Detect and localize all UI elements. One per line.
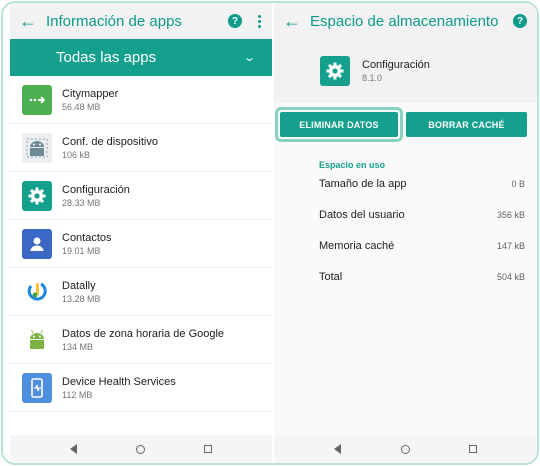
stat-row-user-data: Datos del usuario 356 kB <box>319 209 525 221</box>
app-size: 106 kB <box>62 149 91 160</box>
help-icon[interactable]: ? <box>513 14 527 28</box>
app-name: Device Health Services <box>62 375 176 388</box>
nav-back-icon[interactable] <box>66 441 82 457</box>
page-title: Espacio de almacenamiento <box>310 12 499 30</box>
app-name: Conf. de dispositivo <box>62 135 158 148</box>
list-item[interactable] <box>10 412 272 426</box>
nav-back-icon[interactable] <box>330 441 346 457</box>
overflow-menu-icon[interactable] <box>252 14 266 28</box>
gear-icon <box>22 180 52 211</box>
section-title: Espacio en uso <box>319 160 386 170</box>
app-size: 112 MB <box>62 389 93 400</box>
app-size: 28.33 MB <box>62 197 101 208</box>
stat-row-app-size: Tamaño de la app 0 B <box>319 178 525 190</box>
contact-icon <box>22 228 52 259</box>
app-list-item-settings[interactable]: Configuración 28.33 MB <box>10 172 272 220</box>
storage-appbar: ← Espacio de almacenamiento ? <box>274 3 537 39</box>
app-name: Citymapper <box>62 87 119 100</box>
datally-icon <box>22 276 52 307</box>
android-icon <box>22 324 52 355</box>
stat-label: Total <box>319 271 343 283</box>
app-list: Citymapper 56.48 MB Conf. de dispositivo… <box>10 76 272 435</box>
gear-icon <box>320 56 350 86</box>
app-list-item-citymapper[interactable]: Citymapper 56.48 MB <box>10 76 272 124</box>
nav-home-icon[interactable] <box>133 441 149 457</box>
stat-value: 147 kB <box>496 241 525 251</box>
citymapper-icon <box>22 84 52 115</box>
back-arrow-icon[interactable]: ← <box>10 11 46 32</box>
stat-label: Datos del usuario <box>319 209 405 221</box>
nav-recents-icon[interactable] <box>465 441 481 457</box>
app-size: 19.01 MB <box>62 245 101 256</box>
system-nav-bar <box>274 435 537 463</box>
filter-label: Todas las apps <box>56 49 157 66</box>
app-list-item-device-health[interactable]: Device Health Services 112 MB <box>10 364 272 412</box>
screenshot-frame: ← Información de apps ? Todas las apps ⌄… <box>1 1 539 465</box>
stat-row-cache: Memoria caché 147 kB <box>319 240 525 252</box>
app-list-item-datally[interactable]: Datally 13.28 MB <box>10 268 272 316</box>
app-name: Datos de zona horaria de Google <box>62 327 225 340</box>
stat-label: Memoria caché <box>319 240 395 252</box>
page-title: Información de apps <box>46 12 182 30</box>
app-list-item-device-config[interactable]: Conf. de dispositivo 106 kB <box>10 124 272 172</box>
app-version: 8.1.0 <box>362 73 383 83</box>
app-list-item-timezone-data[interactable]: Datos de zona horaria de Google 134 MB <box>10 316 272 364</box>
nav-home-icon[interactable] <box>397 441 413 457</box>
clear-data-button[interactable]: ELIMINAR DATOS <box>280 112 398 137</box>
app-info-panel: ← Información de apps ? Todas las apps ⌄… <box>10 3 272 463</box>
action-buttons: ELIMINAR DATOS BORRAR CACHÉ <box>274 107 537 142</box>
app-name: Configuración <box>62 183 130 196</box>
chevron-down-icon: ⌄ <box>242 52 256 64</box>
app-filter-dropdown[interactable]: Todas las apps ⌄ <box>10 39 272 76</box>
stat-value: 0 B <box>511 179 525 189</box>
stat-row-total: Total 504 kB <box>319 271 525 283</box>
clear-cache-button[interactable]: BORRAR CACHÉ <box>406 112 527 137</box>
app-name: Contactos <box>62 231 112 244</box>
app-header: Configuración 8.1.0 <box>274 39 537 103</box>
app-size: 134 MB <box>62 341 94 352</box>
back-arrow-icon[interactable]: ← <box>274 11 310 32</box>
app-name: Configuración <box>362 59 430 71</box>
system-nav-bar <box>10 435 272 463</box>
app-list-item-contacts[interactable]: Contactos 19.01 MB <box>10 220 272 268</box>
android-icon <box>22 132 52 163</box>
app-size: 13.28 MB <box>62 293 101 304</box>
stat-value: 356 kB <box>496 210 525 220</box>
app-info-appbar: ← Información de apps ? <box>10 3 272 39</box>
stat-value: 504 kB <box>496 272 525 282</box>
stat-label: Tamaño de la app <box>319 178 407 190</box>
device-health-icon <box>22 372 52 403</box>
storage-panel: ← Espacio de almacenamiento ? Configurac… <box>274 3 537 463</box>
help-icon[interactable]: ? <box>228 14 242 28</box>
app-name: Datally <box>62 279 96 292</box>
app-size: 56.48 MB <box>62 101 101 112</box>
nav-recents-icon[interactable] <box>200 441 216 457</box>
